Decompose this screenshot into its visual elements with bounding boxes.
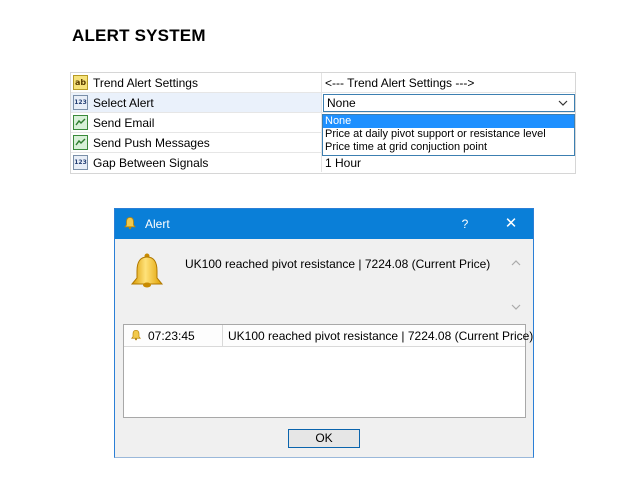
scroll-up-icon[interactable] — [511, 259, 521, 267]
bell-icon — [130, 253, 164, 288]
property-row-trend-alert-settings[interactable]: ab Trend Alert Settings <--- Trend Alert… — [71, 73, 575, 93]
number-type-icon: 123 — [73, 155, 88, 170]
property-row-gap-between-signals[interactable]: 123 Gap Between Signals 1 Hour — [71, 153, 575, 173]
bell-icon — [130, 329, 142, 341]
property-name: Send Push Messages — [93, 135, 210, 150]
log-time: 07:23:45 — [148, 329, 195, 343]
close-button[interactable]: ✕ — [501, 215, 521, 233]
alert-message: UK100 reached pivot resistance | 7224.08… — [185, 257, 491, 271]
property-name: Send Email — [93, 115, 155, 130]
select-alert-dropdown-list: None Price at daily pivot support or res… — [322, 114, 575, 156]
select-alert-combobox[interactable]: None — [323, 94, 575, 112]
property-name: Select Alert — [93, 95, 154, 110]
property-value[interactable]: <--- Trend Alert Settings ---> — [323, 73, 575, 92]
page-title: ALERT SYSTEM — [72, 26, 206, 45]
dropdown-option[interactable]: Price time at grid conjuction point — [323, 141, 574, 154]
dialog-titlebar[interactable]: Alert ? ✕ — [115, 209, 533, 239]
column-divider — [222, 325, 223, 346]
dropdown-option[interactable]: Price at daily pivot support or resistan… — [323, 128, 574, 141]
help-button[interactable]: ? — [455, 215, 475, 233]
property-row-select-alert[interactable]: 123 Select Alert None — [71, 93, 575, 113]
property-name: Trend Alert Settings — [93, 75, 198, 90]
bool-type-icon — [73, 135, 88, 150]
bell-icon — [124, 217, 136, 230]
ok-button[interactable]: OK — [288, 429, 360, 448]
bool-type-icon — [73, 115, 88, 130]
string-type-icon: ab — [73, 75, 88, 90]
chevron-down-icon[interactable] — [558, 98, 568, 108]
combobox-value: None — [327, 96, 356, 110]
message-scrollbar[interactable] — [509, 255, 523, 315]
enum-type-icon: 123 — [73, 95, 88, 110]
dropdown-option[interactable]: None — [323, 115, 574, 128]
log-message: UK100 reached pivot resistance | 7224.08… — [228, 329, 534, 343]
list-item[interactable]: 07:23:45 UK100 reached pivot resistance … — [124, 325, 533, 347]
property-name: Gap Between Signals — [93, 155, 209, 170]
scroll-down-icon[interactable] — [511, 303, 521, 311]
alert-log-list[interactable]: 07:23:45 UK100 reached pivot resistance … — [123, 324, 533, 418]
alert-dialog: Alert ? ✕ UK100 reached pivot resistance… — [114, 208, 534, 458]
dialog-title: Alert — [145, 217, 170, 231]
